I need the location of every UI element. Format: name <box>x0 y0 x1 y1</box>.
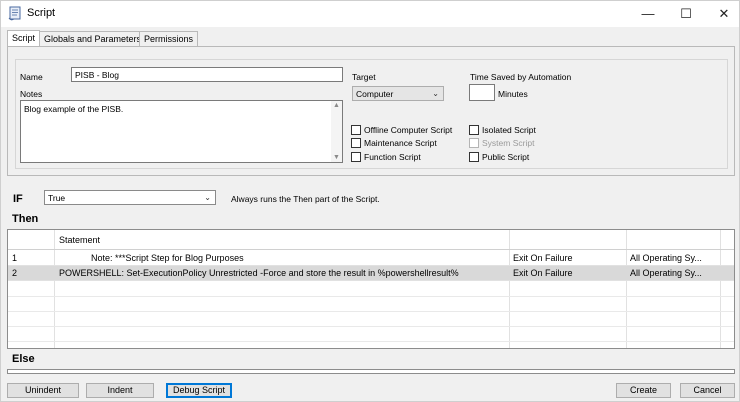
create-button[interactable]: Create <box>616 383 671 398</box>
step-statement: Note: ***Script Step for Blog Purposes <box>91 253 244 263</box>
name-field[interactable]: PISB - Blog <box>71 67 343 82</box>
checkbox-box[interactable] <box>351 152 361 162</box>
if-condition-value: True <box>48 193 66 203</box>
checkbox-box <box>469 138 479 148</box>
title-bar: Script — ☐ ✕ <box>1 1 739 27</box>
notes-label: Notes <box>20 89 43 99</box>
unindent-button[interactable]: Unindent <box>7 383 79 398</box>
offline-computer-script-checkbox[interactable]: Offline Computer Script <box>351 125 452 135</box>
tab-permissions[interactable]: Permissions <box>139 31 199 46</box>
function-script-checkbox[interactable]: Function Script <box>351 152 421 162</box>
else-steps-grid <box>7 369 735 374</box>
step-operating-system: All Operating Sy... <box>630 253 702 263</box>
offline-computer-script-label: Offline Computer Script <box>364 125 453 135</box>
target-label: Target <box>352 72 376 82</box>
target-select[interactable]: Computer ⌄ <box>352 86 444 101</box>
empty-row-line <box>8 311 734 312</box>
step-operating-system: All Operating Sy... <box>630 268 702 278</box>
step-on-failure: Exit On Failure <box>513 253 573 263</box>
isolated-script-checkbox[interactable]: Isolated Script <box>469 125 536 135</box>
minutes-label: Minutes <box>498 89 528 99</box>
checkbox-box[interactable] <box>469 152 479 162</box>
step-statement: POWERSHELL: Set-ExecutionPolicy Unrestri… <box>59 268 459 278</box>
script-window: Script — ☐ ✕ Script Globals and Paramete… <box>0 0 740 402</box>
name-label: Name <box>20 72 43 82</box>
public-script-checkbox[interactable]: Public Script <box>469 152 529 162</box>
system-script-checkbox: System Script <box>469 138 534 148</box>
indent-button[interactable]: Indent <box>86 383 154 398</box>
debug-script-button[interactable]: Debug Script <box>166 383 232 398</box>
maintenance-script-label: Maintenance Script <box>364 138 437 148</box>
notes-scrollbar[interactable]: ▲ ▼ <box>331 101 342 162</box>
chevron-down-icon: ⌄ <box>204 193 211 202</box>
then-steps-grid: Statement 1 Note: ***Script Step for Blo… <box>7 229 735 349</box>
table-row[interactable]: 1 Note: ***Script Step for Blog Purposes… <box>8 251 734 266</box>
maintenance-script-checkbox[interactable]: Maintenance Script <box>351 138 437 148</box>
time-saved-field[interactable] <box>469 84 495 101</box>
checkbox-box[interactable] <box>351 138 361 148</box>
public-script-label: Public Script <box>482 152 530 162</box>
isolated-script-label: Isolated Script <box>482 125 536 135</box>
function-script-label: Function Script <box>364 152 421 162</box>
empty-row-line <box>8 296 734 297</box>
minimize-button[interactable]: — <box>631 1 665 27</box>
close-button[interactable]: ✕ <box>707 1 740 27</box>
grid-header: Statement <box>8 230 734 250</box>
empty-row-line <box>8 341 734 342</box>
checkbox-box[interactable] <box>469 125 479 135</box>
step-number: 1 <box>12 253 18 263</box>
table-row[interactable]: 2 POWERSHELL: Set-ExecutionPolicy Unrest… <box>8 266 734 281</box>
statement-column-header[interactable]: Statement <box>59 233 100 248</box>
tab-script[interactable]: Script <box>7 30 41 46</box>
time-saved-label: Time Saved by Automation <box>470 72 572 82</box>
step-on-failure: Exit On Failure <box>513 268 573 278</box>
maximize-button[interactable]: ☐ <box>669 1 703 27</box>
if-condition-select[interactable]: True ⌄ <box>44 190 216 205</box>
checkbox-box[interactable] <box>351 125 361 135</box>
script-scroll-icon <box>8 6 21 21</box>
if-description: Always runs the Then part of the Script. <box>231 194 380 204</box>
system-script-label: System Script <box>482 138 535 148</box>
empty-row-line <box>8 326 734 327</box>
tab-globals-and-parameters[interactable]: Globals and Parameters <box>39 31 147 46</box>
if-label: IF <box>13 193 23 205</box>
window-title: Script <box>27 7 56 19</box>
scroll-down-icon[interactable]: ▼ <box>333 154 340 161</box>
script-properties-group: Name PISB - Blog Notes Blog example of t… <box>15 59 728 169</box>
cancel-button[interactable]: Cancel <box>680 383 735 398</box>
else-label: Else <box>12 353 35 365</box>
chevron-down-icon: ⌄ <box>432 89 439 98</box>
scroll-up-icon[interactable]: ▲ <box>333 102 340 109</box>
notes-text: Blog example of the PISB. <box>24 104 124 114</box>
then-label: Then <box>12 213 39 225</box>
notes-field[interactable]: Blog example of the PISB. ▲ ▼ <box>20 100 343 163</box>
target-value: Computer <box>356 89 394 99</box>
script-tab-pane: Name PISB - Blog Notes Blog example of t… <box>7 46 735 176</box>
step-number: 2 <box>12 268 18 278</box>
